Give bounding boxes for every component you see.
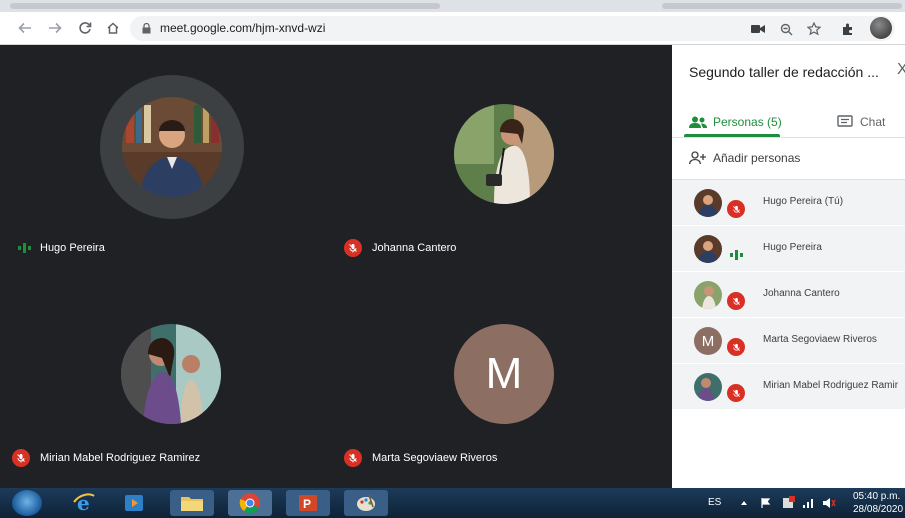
video-grid: Hugo Pereira Johanna Cantero Mirian Mabe… [0,45,672,518]
person-name: Marta Segoviaew Riveros [763,334,877,345]
device-icon[interactable] [781,496,795,510]
taskbar: e P ES 05:40 p.m. 28/08/2020 [0,488,905,518]
url-text[interactable]: meet.google.com/hjm-xnvd-wzi [160,21,325,35]
forward-icon[interactable] [44,17,66,39]
clock-date[interactable]: 28/08/2020 [853,504,903,515]
mic-off-icon [727,200,745,218]
browser-toolbar: meet.google.com/hjm-xnvd-wzi [0,12,905,45]
address-bar[interactable]: meet.google.com/hjm-xnvd-wzi [130,16,895,41]
media-player-icon[interactable] [112,490,156,516]
clock-time[interactable]: 05:40 p.m. [853,491,900,502]
profile-avatar[interactable] [870,17,892,39]
extensions-icon[interactable] [838,19,858,39]
person-avatar [694,373,722,401]
mic-off-icon [727,384,745,402]
chrome-icon[interactable] [228,490,272,516]
participant-photo [454,104,554,204]
browser-tab[interactable] [10,3,440,9]
participant-name: Mirian Mabel Rodriguez Ramirez [40,452,201,464]
divider [672,137,905,138]
action-center-flag-icon[interactable] [760,497,772,509]
person-row[interactable]: Mirian Mabel Rodriguez Ramir [672,364,905,410]
participant-tile[interactable]: Mirian Mabel Rodriguez Ramirez [0,266,336,518]
person-row[interactable]: Hugo Pereira [672,226,905,272]
participant-name: Hugo Pereira [40,242,105,254]
person-name: Mirian Mabel Rodriguez Ramir [763,380,899,391]
star-icon[interactable] [804,19,824,39]
tab-people-label: Personas (5) [713,115,782,129]
chat-icon [837,115,853,127]
zoom-icon[interactable] [776,19,796,39]
participant-tile[interactable]: M Marta Segoviaew Riveros [336,266,672,488]
participant-name: Marta Segoviaew Riveros [372,452,498,464]
speaking-icon [730,250,743,260]
mic-off-icon [344,449,362,467]
lock-icon [142,23,151,34]
volume-icon[interactable] [822,497,836,509]
person-name: Hugo Pereira [763,242,822,253]
person-row[interactable]: M Marta Segoviaew Riveros [672,318,905,364]
add-person-icon [689,151,706,165]
camera-icon[interactable] [748,19,768,39]
letter-avatar: M [454,324,554,424]
person-avatar [694,281,722,309]
person-avatar [694,235,722,263]
meeting-title: Segundo taller de redacción ... [689,64,879,80]
internet-explorer-icon[interactable]: e [62,490,106,516]
start-button[interactable] [12,490,42,516]
participant-tile[interactable]: Hugo Pereira [0,45,336,266]
tab-people[interactable]: Personas (5) [689,107,782,137]
participant-tile[interactable]: Johanna Cantero [336,45,672,266]
letter-avatar: M [694,327,722,355]
mic-off-icon [727,292,745,310]
participant-photo [122,97,222,197]
powerpoint-icon[interactable]: P [286,490,330,516]
people-icon [689,116,707,128]
mic-off-icon [344,239,362,257]
paint-icon[interactable] [344,490,388,516]
add-people-button[interactable]: Añadir personas [689,148,800,168]
show-hidden-icons-icon[interactable] [740,499,748,507]
browser-tab-strip [0,0,905,12]
add-people-label: Añadir personas [713,151,801,165]
participant-photo [121,324,221,424]
reload-icon[interactable] [74,17,96,39]
speaking-icon [18,243,31,253]
person-row[interactable]: Hugo Pereira (Tú) [672,180,905,226]
svg-text:P: P [303,497,311,511]
network-icon[interactable] [802,497,816,509]
person-avatar [694,189,722,217]
language-indicator[interactable]: ES [708,497,721,508]
mic-off-icon [727,338,745,356]
browser-tab[interactable] [662,3,902,9]
person-name: Hugo Pereira (Tú) [763,196,844,207]
close-panel-button[interactable]: X [897,61,905,79]
tab-chat-label: Chat [860,115,886,129]
participant-name: Johanna Cantero [372,242,457,254]
back-icon[interactable] [14,17,36,39]
home-icon[interactable] [102,17,124,39]
people-panel: Segundo taller de redacción ... X Person… [672,45,905,488]
tab-chat[interactable]: Chat [837,107,885,137]
file-explorer-icon[interactable] [170,490,214,516]
person-name: Johanna Cantero [763,288,840,299]
person-row[interactable]: Johanna Cantero [672,272,905,318]
mic-off-icon [12,449,30,467]
screen: meet.google.com/hjm-xnvd-wzi Hugo Pereir… [0,0,905,518]
